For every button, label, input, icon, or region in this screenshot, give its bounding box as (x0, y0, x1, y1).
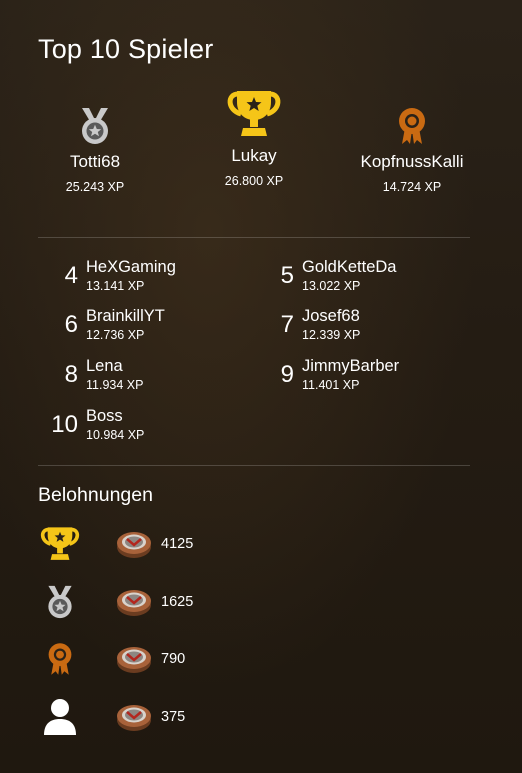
gold-trophy-icon (40, 527, 80, 560)
list-item: 4 HeXGaming 13.141 XP (38, 258, 176, 293)
divider (38, 465, 470, 466)
coin-icon (117, 532, 151, 558)
player-name: GoldKetteDa (302, 258, 397, 276)
player-xp: 13.141 XP (86, 279, 145, 293)
player-xp: 12.736 XP (86, 328, 145, 342)
player-xp: 13.022 XP (302, 279, 361, 293)
podium-first-place: Lukay 26.800 XP (169, 88, 339, 188)
player-xp: 11.401 XP (302, 378, 360, 392)
player-name: BrainkillYT (86, 307, 165, 325)
coin-icon (117, 705, 151, 731)
divider (38, 237, 470, 238)
list-item: 8 Lena 11.934 XP (38, 357, 144, 392)
podium-second-place: Totti68 25.243 XP (10, 106, 180, 194)
coin-icon (117, 647, 151, 673)
player-name: Lena (86, 357, 123, 375)
user-icon (44, 699, 76, 735)
rank-number: 5 (280, 261, 294, 289)
list-item: 9 JimmyBarber 11.401 XP (254, 357, 400, 392)
player-name: Boss (86, 407, 123, 425)
gold-trophy-icon (227, 91, 281, 136)
podium-name: KopfnussKalli (360, 152, 464, 171)
list-item: 6 BrainkillYT 12.736 XP (38, 307, 165, 342)
player-xp: 12.339 XP (302, 328, 361, 342)
rank-number: 6 (64, 310, 78, 338)
rank-number: 4 (64, 261, 78, 289)
silver-medal-icon (48, 585, 72, 619)
bronze-rosette-icon (48, 643, 72, 675)
bronze-rosette-icon (399, 108, 425, 144)
podium-third-place: KopfnussKalli 14.724 XP (327, 106, 497, 194)
podium-xp: 25.243 XP (65, 180, 125, 194)
reward-row-participant: 375 (38, 697, 338, 737)
reward-row-first: 4125 (38, 524, 338, 564)
podium-xp: 26.800 XP (224, 174, 284, 188)
reward-row-second: 1625 (38, 582, 338, 622)
page-title: Top 10 Spieler (38, 34, 214, 64)
player-xp: 11.934 XP (86, 378, 144, 392)
coin-icon (117, 590, 151, 616)
rank-number: 7 (280, 310, 294, 338)
podium-xp: 14.724 XP (382, 180, 442, 194)
podium-name: Lukay (231, 146, 277, 165)
list-item: 5 GoldKetteDa 13.022 XP (254, 258, 397, 293)
reward-amount: 1625 (161, 594, 194, 610)
list-item: 7 Josef68 12.339 XP (254, 307, 361, 342)
reward-amount: 4125 (161, 536, 194, 552)
player-name: JimmyBarber (302, 357, 400, 375)
rank-number: 10 (51, 410, 78, 438)
reward-row-third: 790 (38, 639, 338, 679)
list-item: 10 Boss 10.984 XP (38, 407, 144, 442)
player-name: HeXGaming (86, 258, 176, 276)
reward-amount: 375 (161, 709, 186, 725)
silver-medal-icon (82, 108, 108, 144)
rank-number: 8 (64, 360, 78, 388)
rank-number: 9 (280, 360, 294, 388)
rewards-title: Belohnungen (38, 484, 153, 506)
reward-amount: 790 (161, 651, 186, 667)
player-xp: 10.984 XP (86, 428, 145, 442)
podium-name: Totti68 (69, 152, 121, 171)
player-name: Josef68 (302, 307, 360, 325)
